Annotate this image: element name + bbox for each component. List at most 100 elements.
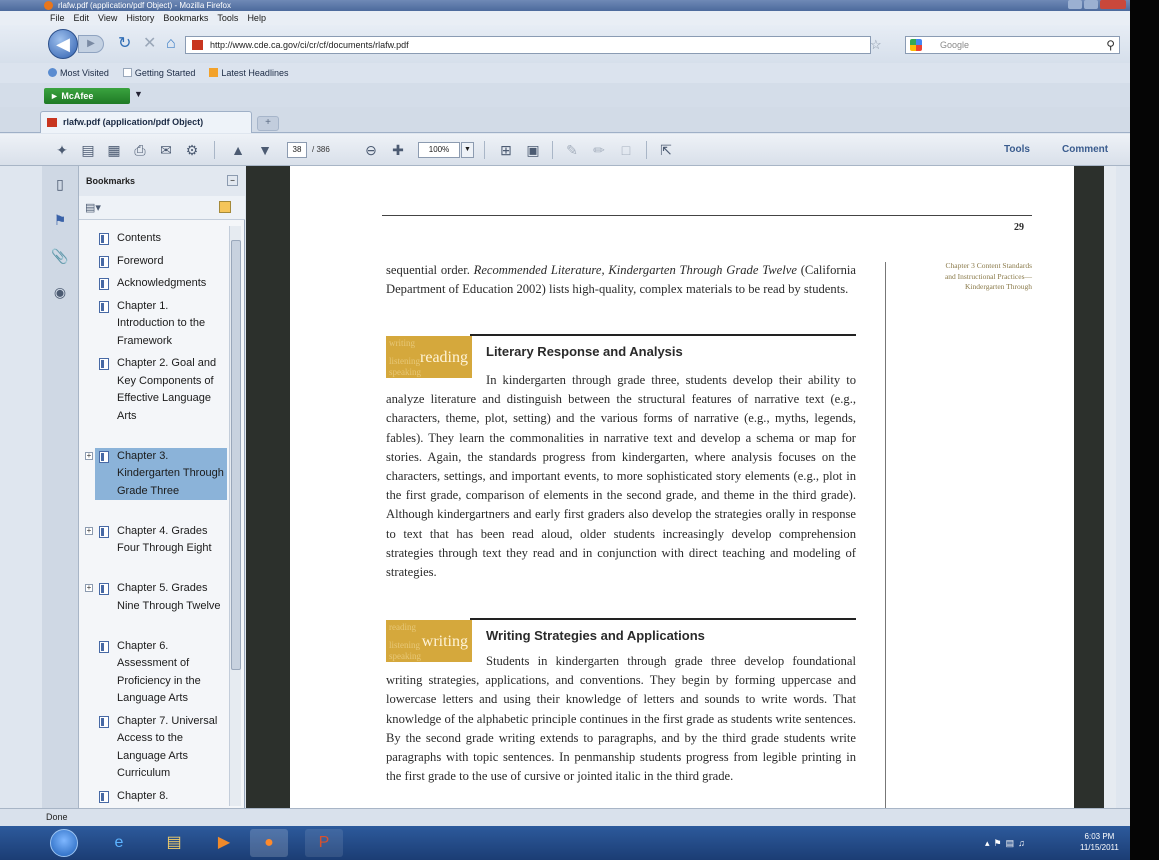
page-thumbnails-icon[interactable]: ▯ bbox=[50, 174, 70, 194]
expand-toggle-icon[interactable]: + bbox=[85, 526, 93, 535]
options-menu-icon[interactable]: ▤▾ bbox=[85, 201, 101, 214]
bookmark-item[interactable]: Contents bbox=[95, 230, 227, 248]
bookmark-item[interactable]: Chapter 8. Responsibilities bbox=[95, 788, 227, 807]
email-icon[interactable]: ✉ bbox=[156, 140, 176, 160]
media-player-icon[interactable]: ▶ bbox=[205, 829, 243, 857]
expand-bookmark-icon[interactable] bbox=[219, 201, 231, 213]
menu-file[interactable]: File bbox=[50, 11, 65, 25]
star-bookmark-icon[interactable]: ☆ bbox=[870, 37, 882, 53]
bookmark-item[interactable]: Chapter 6. Assessment of Proficiency in … bbox=[95, 638, 227, 708]
save-icon[interactable]: ▦ bbox=[104, 140, 124, 160]
bookmarks-panel-title: Bookmarks bbox=[86, 176, 136, 186]
bookmark-label: Chapter 5. Grades Nine Through Twelve bbox=[117, 582, 221, 612]
comment-note-icon[interactable]: ✎ bbox=[562, 140, 582, 160]
powerpoint-icon[interactable]: P bbox=[305, 829, 343, 857]
clock[interactable]: 6:03 PM 11/15/2011 bbox=[1080, 831, 1119, 853]
menu-view[interactable]: View bbox=[98, 11, 117, 25]
mcafee-button[interactable]: ► McAfee bbox=[44, 88, 130, 104]
taskbar: e ▤ ▶ ● P ▴⚑▤♫ 6:03 PM 11/15/2011 bbox=[0, 826, 1130, 860]
attachments-icon[interactable]: 📎 bbox=[50, 246, 70, 266]
highlight-icon[interactable]: ✏ bbox=[589, 140, 609, 160]
bookmark-most-visited[interactable]: Most Visited bbox=[48, 63, 109, 83]
menu-help[interactable]: Help bbox=[247, 11, 266, 25]
bookmark-item[interactable]: Chapter 1. Introduction to the Framework bbox=[95, 298, 227, 351]
page-count: / 386 bbox=[312, 145, 330, 154]
search-input[interactable]: Google ⚲ bbox=[905, 36, 1120, 54]
tab-label: rlafw.pdf (application/pdf Object) bbox=[63, 117, 204, 127]
back-button[interactable]: ◀ bbox=[48, 29, 78, 59]
menu-bookmarks[interactable]: Bookmarks bbox=[163, 11, 208, 25]
addon-toolbar: ► McAfee ▼ bbox=[0, 83, 1130, 107]
zoom-out-icon[interactable]: ⊖ bbox=[361, 140, 381, 160]
bookmark-label: Acknowledgments bbox=[117, 277, 207, 289]
status-bar: Done bbox=[0, 808, 1130, 826]
binoculars-icon[interactable]: ◉ bbox=[50, 282, 70, 302]
minimize-button[interactable] bbox=[1068, 0, 1082, 9]
zoom-dropdown-icon[interactable]: ▼ bbox=[461, 142, 474, 158]
bookmark-item[interactable]: Chapter 2. Goal and Key Components of Ef… bbox=[95, 355, 227, 425]
bookmark-page-icon bbox=[99, 358, 109, 370]
home-icon[interactable]: ⌂ bbox=[166, 35, 176, 53]
url-text: http://www.cde.ca.gov/ci/cr/cf/documents… bbox=[210, 40, 409, 50]
chevron-down-icon[interactable]: ▼ bbox=[134, 89, 143, 99]
bookmark-label: Chapter 4. Grades Four Through Eight bbox=[117, 524, 212, 555]
bookmark-item[interactable]: Acknowledgments bbox=[95, 275, 227, 293]
menu-edit[interactable]: Edit bbox=[74, 11, 90, 25]
collaborate-icon[interactable]: ⚙ bbox=[182, 140, 202, 160]
new-tab-button[interactable]: + bbox=[257, 116, 279, 131]
bookmarks-scrollbar[interactable] bbox=[229, 226, 241, 806]
bookmark-item[interactable]: + Chapter 3. Kindergarten Through Grade T… bbox=[85, 447, 227, 500]
expand-toggle-icon[interactable]: + bbox=[85, 584, 93, 592]
next-page-icon[interactable]: ▼ bbox=[255, 140, 275, 160]
bookmark-item[interactable]: + Chapter 4. Grades Four Through Eight bbox=[85, 523, 227, 558]
document-scrollbar[interactable] bbox=[1104, 166, 1116, 808]
previous-page-icon[interactable]: ▲ bbox=[228, 140, 248, 160]
bookmark-item[interactable]: Foreword bbox=[95, 253, 227, 271]
page-icon bbox=[122, 68, 132, 77]
sign-icon[interactable]: □ bbox=[616, 140, 636, 160]
bookmark-page-icon bbox=[99, 790, 109, 803]
print-icon[interactable]: ⎙ bbox=[130, 140, 150, 160]
stop-icon[interactable]: ✕ bbox=[143, 35, 156, 53]
full-screen-icon[interactable]: ▣ bbox=[523, 140, 543, 160]
tab-pdf[interactable]: rlafw.pdf (application/pdf Object) bbox=[40, 111, 252, 133]
toolbar-divider bbox=[552, 141, 553, 159]
bookmark-item[interactable]: + Chapter 5. Grades Nine Through Twelve bbox=[85, 580, 227, 615]
maximize-button[interactable] bbox=[1084, 0, 1098, 9]
bookmark-latest-headlines[interactable]: Latest Headlines bbox=[209, 63, 288, 83]
start-button[interactable] bbox=[50, 829, 78, 857]
forward-button[interactable]: ▶ bbox=[78, 35, 104, 53]
pdf-toolbar: ✦ ▤ ▦ ⎙ ✉ ⚙ ▲ ▼ 38 / 386 ⊖ ✚ 100% ▼ ⊞ ▣ … bbox=[0, 134, 1130, 166]
expand-toggle-icon[interactable]: + bbox=[85, 451, 93, 460]
menu-tools[interactable]: Tools bbox=[217, 11, 238, 25]
firefox-taskbar-icon[interactable]: ● bbox=[250, 829, 288, 857]
bookmark-page-icon bbox=[99, 233, 109, 245]
bookmark-getting-started[interactable]: Getting Started bbox=[122, 63, 195, 83]
fit-page-icon[interactable]: ⊞ bbox=[496, 140, 516, 160]
system-tray[interactable]: ▴⚑▤♫ bbox=[985, 838, 1029, 849]
scrollbar-thumb[interactable] bbox=[231, 240, 241, 670]
page-number-input[interactable]: 38 bbox=[287, 142, 307, 158]
panel-close-icon[interactable]: − bbox=[227, 175, 238, 186]
bookmark-item[interactable]: Chapter 7. Universal Access to the Langu… bbox=[95, 713, 227, 783]
menu-history[interactable]: History bbox=[126, 11, 154, 25]
zoom-in-icon[interactable]: ✚ bbox=[388, 140, 408, 160]
section-rule bbox=[470, 334, 856, 336]
tools-pane-button[interactable]: Tools bbox=[1004, 144, 1030, 155]
open-icon[interactable]: ▤ bbox=[78, 140, 98, 160]
comment-pane-button[interactable]: Comment bbox=[1062, 144, 1108, 155]
zoom-select[interactable]: 100% bbox=[418, 142, 460, 158]
toolbar-divider bbox=[214, 141, 215, 159]
section-rule bbox=[470, 618, 856, 620]
internet-explorer-icon[interactable]: e bbox=[100, 829, 138, 857]
window-title-bar: rlafw.pdf (application/pdf Object) - Moz… bbox=[0, 0, 1130, 11]
create-pdf-icon[interactable]: ✦ bbox=[52, 140, 72, 160]
close-button[interactable] bbox=[1100, 0, 1126, 9]
address-bar[interactable]: http://www.cde.ca.gov/ci/cr/cf/documents… bbox=[185, 36, 871, 54]
expand-icon[interactable]: ⇱ bbox=[656, 140, 676, 160]
google-icon[interactable] bbox=[910, 39, 922, 51]
file-explorer-icon[interactable]: ▤ bbox=[155, 829, 193, 857]
bookmark-ribbon-icon[interactable]: ⚑ bbox=[50, 210, 70, 230]
reload-icon[interactable]: ↻ bbox=[118, 35, 131, 53]
search-icon[interactable]: ⚲ bbox=[1106, 37, 1115, 53]
